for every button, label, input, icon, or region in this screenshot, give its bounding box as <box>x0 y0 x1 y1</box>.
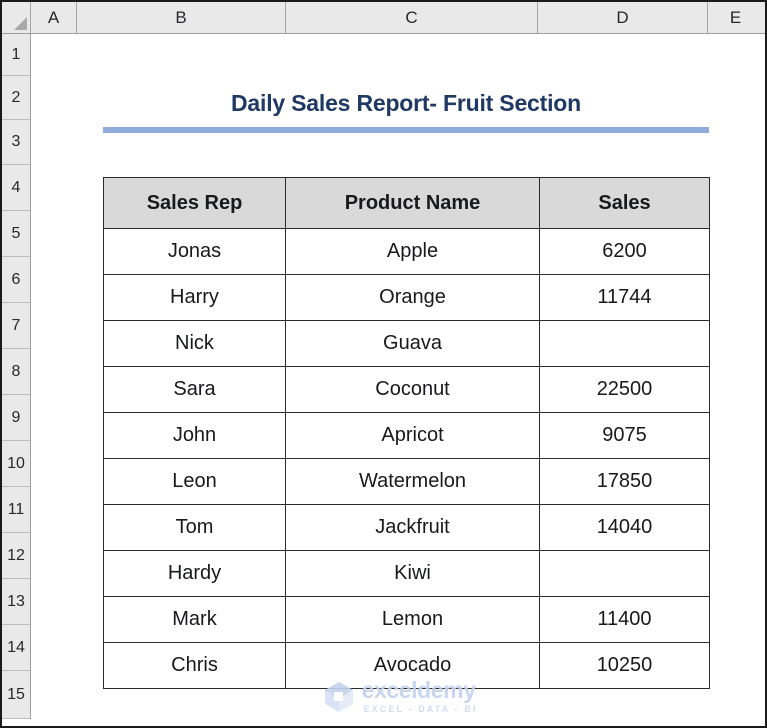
cell-product-name[interactable]: Orange <box>285 274 540 321</box>
cell-sales-rep[interactable]: Hardy <box>103 550 286 597</box>
cell-sales-rep[interactable]: Nick <box>103 320 286 367</box>
watermark-text-block: exceldemy EXCEL - DATA - BI <box>362 679 478 714</box>
cell-sales[interactable]: 11400 <box>539 596 710 643</box>
column-header-bar: A B C D E <box>2 2 765 34</box>
column-header-sales[interactable]: Sales <box>539 177 710 229</box>
cell-sales-rep[interactable]: John <box>103 412 286 459</box>
cell-sales-rep[interactable]: Leon <box>103 458 286 505</box>
watermark-brand-name: exceldemy <box>361 677 476 703</box>
cell-sales-rep[interactable]: Jonas <box>103 228 286 275</box>
row-header-14[interactable]: 14 <box>2 625 30 671</box>
column-header-product-name[interactable]: Product Name <box>285 177 540 229</box>
exceldemy-watermark: exceldemy EXCEL - DATA - BI <box>32 679 765 714</box>
row-header-6[interactable]: 6 <box>2 257 30 303</box>
cell-sales[interactable]: 6200 <box>539 228 710 275</box>
exceldemy-cube-logo-icon <box>324 681 353 712</box>
cell-product-name[interactable]: Jackfruit <box>285 504 540 551</box>
row-header-10[interactable]: 10 <box>2 441 30 487</box>
row-header-2[interactable]: 2 <box>2 76 30 120</box>
column-header-c[interactable]: C <box>286 2 538 33</box>
cell-product-name[interactable]: Apple <box>285 228 540 275</box>
table-row[interactable]: Leon Watermelon 17850 <box>103 458 710 505</box>
row-header-4[interactable]: 4 <box>2 165 30 211</box>
select-all-button[interactable] <box>2 2 31 33</box>
table-row[interactable]: John Apricot 9075 <box>103 412 710 459</box>
row-header-9[interactable]: 9 <box>2 395 30 441</box>
title-underline-bar <box>103 127 709 133</box>
cell-product-name[interactable]: Guava <box>285 320 540 367</box>
cell-sales[interactable]: 17850 <box>539 458 710 505</box>
cell-sales-rep[interactable]: Sara <box>103 366 286 413</box>
sales-data-table[interactable]: Sales Rep Product Name Sales Jonas Apple… <box>103 177 710 689</box>
cell-sales-rep[interactable]: Tom <box>103 504 286 551</box>
table-row[interactable]: Jonas Apple 6200 <box>103 228 710 275</box>
cell-product-name[interactable]: Watermelon <box>285 458 540 505</box>
row-header-12[interactable]: 12 <box>2 533 30 579</box>
column-header-a[interactable]: A <box>31 2 77 33</box>
table-row[interactable]: Mark Lemon 11400 <box>103 596 710 643</box>
column-header-d[interactable]: D <box>538 2 708 33</box>
select-all-triangle-icon <box>14 17 27 30</box>
cell-product-name[interactable]: Lemon <box>285 596 540 643</box>
worksheet-grid-area[interactable]: Daily Sales Report- Fruit Section Sales … <box>32 34 765 726</box>
cell-product-name[interactable]: Apricot <box>285 412 540 459</box>
column-header-e[interactable]: E <box>708 2 763 33</box>
cell-sales[interactable]: 9075 <box>539 412 710 459</box>
cell-product-name[interactable]: Kiwi <box>285 550 540 597</box>
cell-sales[interactable]: 22500 <box>539 366 710 413</box>
row-header-1[interactable]: 1 <box>2 34 30 76</box>
column-header-b[interactable]: B <box>77 2 286 33</box>
cell-sales-rep[interactable]: Harry <box>103 274 286 321</box>
table-row[interactable]: Hardy Kiwi <box>103 550 710 597</box>
row-header-gutter: 1 2 3 4 5 6 7 8 9 10 11 12 13 14 15 <box>2 34 31 719</box>
cell-sales-rep[interactable]: Mark <box>103 596 286 643</box>
excel-worksheet-window: A B C D E 1 2 3 4 5 6 7 8 9 10 11 12 13 … <box>0 0 767 728</box>
cell-sales[interactable]: 14040 <box>539 504 710 551</box>
table-row[interactable]: Harry Orange 11744 <box>103 274 710 321</box>
table-row[interactable]: Sara Coconut 22500 <box>103 366 710 413</box>
table-header-row: Sales Rep Product Name Sales <box>103 177 710 229</box>
row-header-8[interactable]: 8 <box>2 349 30 395</box>
watermark-tagline: EXCEL - DATA - BI <box>363 704 478 714</box>
cell-sales[interactable] <box>539 550 710 597</box>
row-header-3[interactable]: 3 <box>2 120 30 165</box>
page-title: Daily Sales Report- Fruit Section <box>231 90 581 116</box>
table-row[interactable]: Nick Guava <box>103 320 710 367</box>
cell-sales[interactable] <box>539 320 710 367</box>
row-header-13[interactable]: 13 <box>2 579 30 625</box>
cell-product-name[interactable]: Coconut <box>285 366 540 413</box>
row-header-11[interactable]: 11 <box>2 487 30 533</box>
table-row[interactable]: Tom Jackfruit 14040 <box>103 504 710 551</box>
row-header-5[interactable]: 5 <box>2 211 30 257</box>
row-header-15[interactable]: 15 <box>2 671 30 719</box>
column-header-sales-rep[interactable]: Sales Rep <box>103 177 286 229</box>
cell-sales[interactable]: 11744 <box>539 274 710 321</box>
row-header-7[interactable]: 7 <box>2 303 30 349</box>
